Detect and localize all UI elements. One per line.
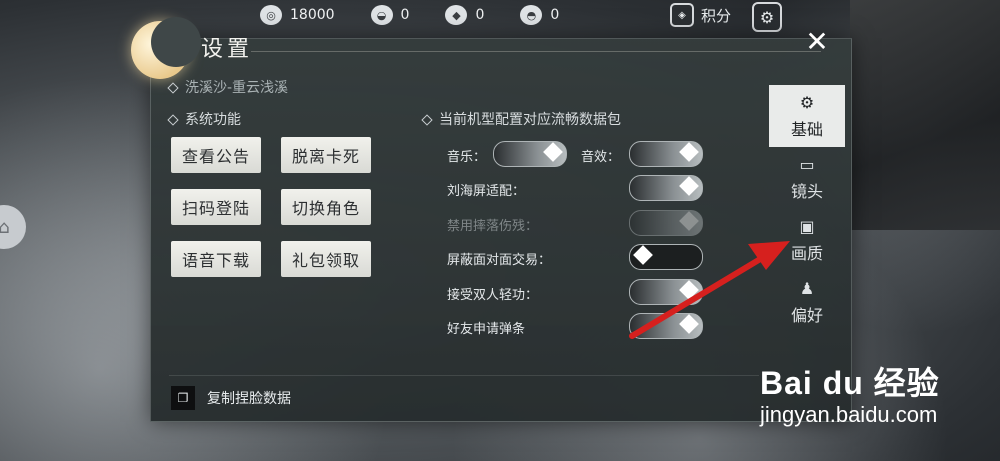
arrow-shaft [629,249,775,339]
watermark-url: jingyan.baidu.com [760,402,938,427]
baidu-watermark: Bai du 经验 jingyan.baidu.com [760,358,940,428]
watermark-logo: Bai du 经验 [760,365,940,401]
